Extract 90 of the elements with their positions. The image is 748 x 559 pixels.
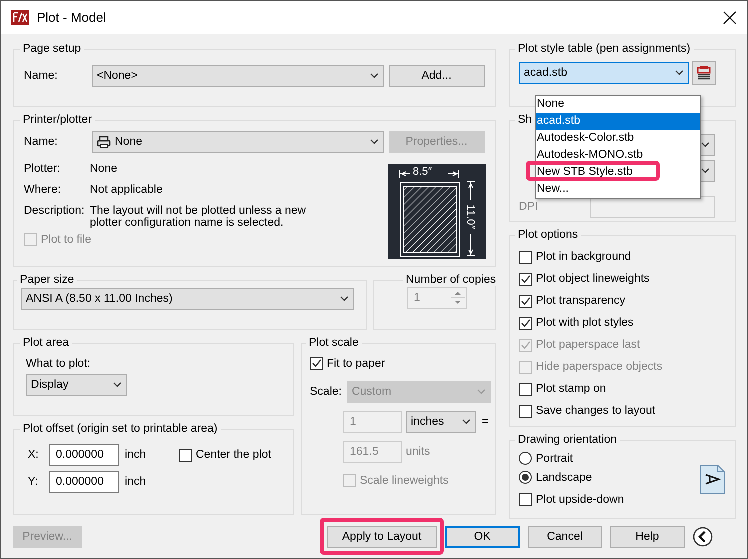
checkbox[interactable]: [519, 294, 532, 308]
chevron-down-icon: [370, 73, 378, 79]
radio-button[interactable]: [519, 452, 532, 465]
field-value: Not applicable: [90, 184, 164, 196]
field-value: The layout will not be plotted unless a new plotter configuration name is selected.: [90, 205, 308, 229]
chevron-down-icon: [462, 419, 471, 425]
checkbox-label: Hide paperspace objects: [536, 361, 663, 373]
app-icon: [11, 10, 29, 25]
unit-label: inch: [125, 449, 148, 461]
page-setup-dropdown[interactable]: <None>: [92, 65, 384, 87]
checkbox-label: Center the plot: [196, 449, 272, 461]
edit-style-button[interactable]: [692, 61, 716, 85]
field-label: X:: [27, 449, 40, 461]
checkbox-label: Fit to paper: [327, 358, 386, 370]
group-label: Page setup: [22, 43, 82, 55]
checkbox-label: Plot stamp on: [536, 383, 606, 395]
group-label: Printer/plotter: [22, 114, 94, 126]
plot-area-dropdown[interactable]: Display: [26, 374, 127, 396]
group-label: Paper size: [19, 274, 76, 286]
checkbox-label: Scale lineweights: [360, 474, 449, 486]
group-label: Sh: [517, 114, 534, 126]
dimension-label: 11.0″: [464, 204, 476, 230]
field-label: Plotter:: [24, 163, 62, 175]
radio-button[interactable]: [519, 471, 532, 484]
checkbox[interactable]: [179, 448, 192, 462]
chevron-down-icon: [701, 142, 710, 148]
dropdown-option[interactable]: Autodesk-Color.stb: [536, 130, 700, 147]
checkbox-label: Plot paperspace last: [536, 339, 640, 351]
paper-size-dropdown[interactable]: ANSI A (8.50 x 11.00 Inches): [21, 288, 354, 310]
field-value: None: [90, 163, 118, 175]
dropdown-option[interactable]: Autodesk-MONO.stb: [536, 147, 700, 164]
checkbox[interactable]: [519, 404, 532, 418]
collapse-icon[interactable]: [693, 527, 713, 547]
chevron-down-icon: [477, 389, 486, 395]
dialog-button[interactable]: Cancel: [528, 526, 602, 548]
offset-input[interactable]: 0.000000: [49, 444, 119, 466]
checkbox-label: Plot object lineweights: [536, 273, 650, 285]
checkbox-label: Plot to file: [41, 234, 92, 246]
window-title: Plot - Model: [37, 10, 108, 25]
printer-dropdown[interactable]: None: [92, 131, 384, 153]
printer-icon: [97, 136, 111, 148]
checkbox-label: Save changes to layout: [536, 405, 656, 417]
add-button[interactable]: Add...: [388, 65, 485, 87]
checkbox-label: Plot transparency: [536, 295, 626, 307]
dropdown-option[interactable]: None: [536, 96, 700, 113]
unit-label: units: [406, 446, 430, 458]
group-label: Number of copies: [405, 274, 498, 286]
field-label: Name:: [24, 136, 59, 148]
checkbox[interactable]: [519, 272, 532, 286]
chevron-down-icon: [370, 139, 378, 145]
field-label: Where:: [24, 184, 62, 196]
field-label: DPI: [519, 201, 538, 213]
close-icon[interactable]: [723, 10, 737, 24]
unit-label: inch: [125, 476, 148, 488]
field-label: What to plot:: [26, 358, 92, 370]
chevron-down-icon: [340, 296, 349, 302]
radio-label: Portrait: [536, 452, 574, 464]
field-label: Description:: [24, 205, 86, 219]
copies-spinner: 1: [407, 287, 467, 309]
chevron-down-icon: [701, 168, 710, 174]
group-label: Plot offset (origin set to printable area): [22, 423, 219, 435]
dropdown-option[interactable]: acad.stb: [536, 113, 700, 130]
checkbox[interactable]: [519, 382, 532, 396]
dropdown-option[interactable]: New STB Style.stb: [536, 164, 700, 181]
checkbox-label: Plot upside-down: [536, 494, 624, 506]
chevron-down-icon: [675, 70, 684, 76]
checkbox-label: Plot with plot styles: [536, 317, 634, 329]
dialog-button[interactable]: Help: [610, 526, 685, 548]
checkbox-label: Plot in background: [536, 251, 632, 263]
dropdown-option[interactable]: New...: [536, 181, 700, 198]
checkbox[interactable]: [519, 316, 532, 330]
group-label: Plot style table (pen assignments): [517, 43, 692, 55]
field-label: Y:: [27, 476, 40, 488]
plot-style-dropdown[interactable]: acad.stb: [519, 62, 689, 84]
plotter-edit-icon: [696, 65, 712, 81]
dialog-button[interactable]: OK: [445, 526, 520, 548]
checkbox[interactable]: [519, 493, 532, 506]
group-label: Plot scale: [308, 337, 360, 349]
radio-label: Landscape: [536, 472, 592, 484]
field-label: Scale:: [310, 386, 342, 398]
checkbox[interactable]: [519, 250, 532, 264]
equals-sign: =: [482, 416, 489, 428]
dialog-button[interactable]: Apply to Layout: [327, 526, 437, 548]
group-label: Plot options: [517, 229, 580, 241]
group-label: Drawing orientation: [517, 434, 618, 446]
offset-input[interactable]: 0.000000: [49, 471, 119, 493]
group-label: Plot area: [22, 337, 70, 349]
chevron-down-icon: [113, 382, 122, 388]
dimension-label: 8.5″: [413, 166, 432, 178]
field-label: Name:: [24, 70, 59, 82]
